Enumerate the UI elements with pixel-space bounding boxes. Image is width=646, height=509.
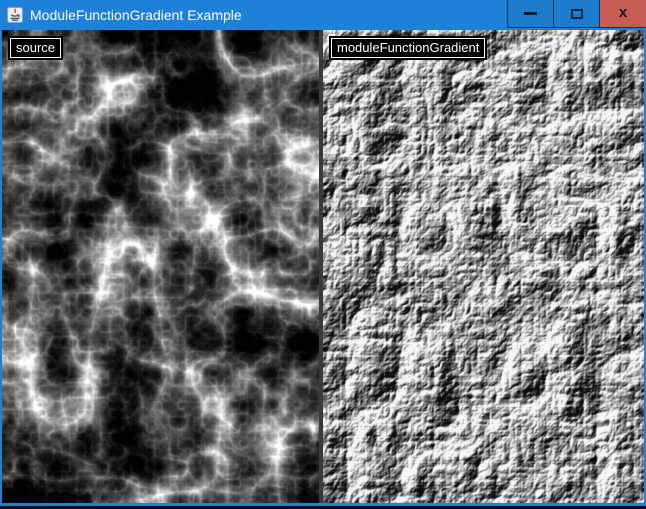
module-function-gradient-image: [323, 30, 644, 503]
titlebar[interactable]: ModuleFunctionGradient Example x: [0, 0, 646, 30]
minimize-button[interactable]: [507, 0, 554, 28]
source-image-label-text: source: [16, 40, 55, 55]
window-title: ModuleFunctionGradient Example: [30, 0, 242, 30]
gradient-image-label: moduleFunctionGradient: [331, 38, 485, 58]
minimize-icon: [524, 12, 537, 15]
source-image: [2, 30, 319, 503]
close-icon: x: [619, 5, 627, 20]
java-coffee-cup-icon: [7, 7, 23, 23]
close-button[interactable]: x: [599, 0, 646, 28]
gradient-image-panel: moduleFunctionGradient: [323, 30, 644, 503]
source-image-label: source: [10, 38, 61, 58]
window-controls: x: [507, 0, 646, 28]
desktop: { "window": { "title": "ModuleFunctionGr…: [0, 0, 646, 509]
maximize-button[interactable]: [553, 0, 600, 28]
maximize-icon: [571, 9, 583, 19]
gradient-image-label-text: moduleFunctionGradient: [337, 40, 479, 55]
source-image-panel: source: [2, 30, 319, 503]
app-window: ModuleFunctionGradient Example x source …: [0, 0, 646, 506]
image-grid: source moduleFunctionGradient: [2, 30, 644, 503]
